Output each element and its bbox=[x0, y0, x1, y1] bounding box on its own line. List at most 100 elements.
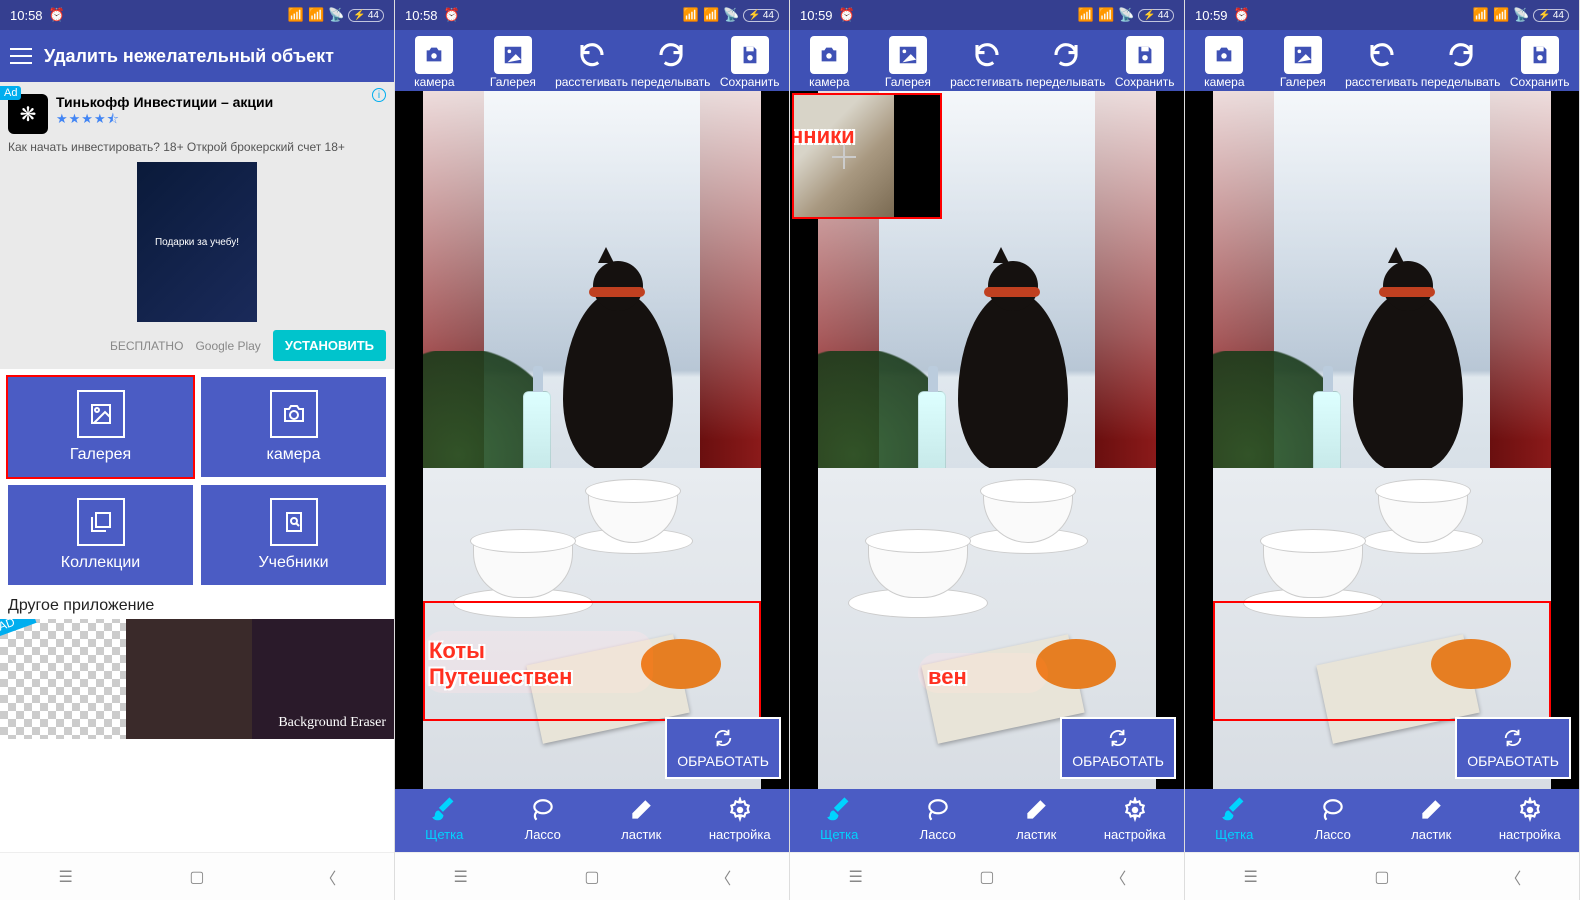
home-icon[interactable]: ▢ bbox=[1372, 867, 1392, 887]
recents-icon[interactable]: ☰ bbox=[56, 867, 76, 887]
brush-icon bbox=[1221, 797, 1247, 823]
settings-tool[interactable]: настройка bbox=[1086, 797, 1185, 842]
camera-button[interactable]: камера bbox=[395, 36, 474, 89]
image-icon bbox=[77, 390, 125, 438]
menu-icon[interactable] bbox=[10, 48, 32, 64]
save-button[interactable]: Сохранить bbox=[710, 36, 789, 89]
home-icon[interactable]: ▢ bbox=[582, 867, 602, 887]
section-other-apps: Другое приложение bbox=[0, 593, 394, 619]
system-nav-bar: ☰ ▢ 〈 bbox=[1185, 852, 1579, 900]
ad-rating: ★★★★⯪ bbox=[56, 110, 273, 132]
wifi-icon: 📡 bbox=[723, 7, 739, 23]
editor-canvas[interactable]: вен нники ОБРАБОТАТЬ bbox=[790, 91, 1184, 789]
redo-button[interactable]: переделывать bbox=[1026, 36, 1106, 89]
label: Сохранить bbox=[720, 76, 780, 89]
collections-button[interactable]: Коллекции bbox=[8, 485, 193, 585]
clock: 10:58 bbox=[10, 8, 43, 23]
signal-icon: 📶 bbox=[1098, 7, 1114, 23]
back-icon[interactable]: 〈 bbox=[713, 867, 733, 887]
gallery-button[interactable]: Галерея bbox=[869, 36, 948, 89]
back-icon[interactable]: 〈 bbox=[1503, 867, 1523, 887]
label: ОБРАБОТАТЬ bbox=[1072, 753, 1164, 769]
sync-icon bbox=[1502, 727, 1524, 749]
back-icon[interactable]: 〈 bbox=[1108, 867, 1128, 887]
wifi-icon: 📡 bbox=[328, 7, 344, 23]
process-button[interactable]: ОБРАБОТАТЬ bbox=[665, 717, 781, 779]
back-icon[interactable]: 〈 bbox=[318, 867, 338, 887]
screen-editor-2: 10:59 ⏰ 📶 📶 📡 ⚡44 камера Галерея расстег… bbox=[790, 0, 1185, 900]
label: настройка bbox=[709, 827, 771, 842]
lasso-tool[interactable]: Лассо bbox=[1284, 797, 1383, 842]
undo-button[interactable]: расстегивать bbox=[947, 36, 1026, 89]
sync-icon bbox=[712, 727, 734, 749]
editor-canvas[interactable]: ОБРАБОТАТЬ bbox=[1185, 91, 1579, 789]
lasso-icon bbox=[1320, 797, 1346, 823]
recents-icon[interactable]: ☰ bbox=[846, 867, 866, 887]
ad-price: БЕСПЛАТНО bbox=[110, 339, 183, 353]
tutorials-button[interactable]: Учебники bbox=[201, 485, 386, 585]
undo-icon bbox=[968, 36, 1006, 74]
redo-button[interactable]: переделывать bbox=[1421, 36, 1501, 89]
clock: 10:59 bbox=[800, 8, 833, 23]
label: Лассо bbox=[525, 827, 561, 842]
brush-tool[interactable]: Щетка bbox=[1185, 797, 1284, 842]
label: Щетка bbox=[820, 827, 858, 842]
page-title: Удалить нежелательный объект bbox=[44, 46, 334, 67]
signal-icon: 📶 bbox=[1473, 7, 1489, 23]
label: Щетка bbox=[425, 827, 463, 842]
search-doc-icon bbox=[270, 498, 318, 546]
sync-icon bbox=[1107, 727, 1129, 749]
label: Галерея bbox=[490, 76, 536, 89]
undo-icon bbox=[573, 36, 611, 74]
gallery-button[interactable]: Галерея bbox=[1264, 36, 1343, 89]
eraser-tool[interactable]: ластик bbox=[1382, 797, 1481, 842]
brush-selection bbox=[918, 653, 1048, 693]
camera-button[interactable]: камера bbox=[1185, 36, 1264, 89]
screen-editor-3: 10:59 ⏰ 📶 📶 📡 ⚡44 камера Галерея расстег… bbox=[1185, 0, 1580, 900]
editor-toolbar: камера Галерея расстегивать переделывать… bbox=[790, 30, 1184, 91]
install-button[interactable]: УСТАНОВИТЬ bbox=[273, 330, 386, 361]
redo-button[interactable]: переделывать bbox=[631, 36, 711, 89]
brush-tool[interactable]: Щетка bbox=[790, 797, 889, 842]
label: переделывать bbox=[1026, 76, 1106, 89]
save-button[interactable]: Сохранить bbox=[1500, 36, 1579, 89]
editor-canvas[interactable]: КотыПутешествен ОБРАБОТАТЬ bbox=[395, 91, 789, 789]
wifi-icon: 📡 bbox=[1118, 7, 1134, 23]
process-button[interactable]: ОБРАБОТАТЬ bbox=[1455, 717, 1571, 779]
process-button[interactable]: ОБРАБОТАТЬ bbox=[1060, 717, 1176, 779]
gallery-button[interactable]: Галерея bbox=[474, 36, 553, 89]
recents-icon[interactable]: ☰ bbox=[451, 867, 471, 887]
camera-button[interactable]: камера bbox=[790, 36, 869, 89]
app-bar: Удалить нежелательный объект bbox=[0, 30, 394, 82]
recents-icon[interactable]: ☰ bbox=[1241, 867, 1261, 887]
home-icon[interactable]: ▢ bbox=[977, 867, 997, 887]
editor-toolbar: камера Галерея расстегивать переделывать… bbox=[1185, 30, 1579, 91]
gallery-button[interactable]: Галерея bbox=[8, 377, 193, 477]
lasso-tool[interactable]: Лассо bbox=[889, 797, 988, 842]
eraser-tool[interactable]: ластик bbox=[592, 797, 691, 842]
undo-button[interactable]: расстегивать bbox=[552, 36, 631, 89]
camera-button[interactable]: камера bbox=[201, 377, 386, 477]
signal-icon: 📶 bbox=[1493, 7, 1509, 23]
eraser-icon bbox=[1418, 797, 1444, 823]
home-icon[interactable]: ▢ bbox=[187, 867, 207, 887]
alarm-icon: ⏰ bbox=[49, 7, 65, 23]
ad-info-icon[interactable]: i bbox=[372, 88, 386, 102]
battery-indicator: ⚡44 bbox=[743, 9, 779, 22]
label: Щетка bbox=[1215, 827, 1253, 842]
camera-icon bbox=[1205, 36, 1243, 74]
settings-tool[interactable]: настройка bbox=[691, 797, 790, 842]
promo-other-app[interactable]: AD Background Eraser bbox=[0, 619, 394, 739]
label: Лассо bbox=[920, 827, 956, 842]
save-button[interactable]: Сохранить bbox=[1105, 36, 1184, 89]
undo-button[interactable]: расстегивать bbox=[1342, 36, 1421, 89]
eraser-icon bbox=[628, 797, 654, 823]
eraser-icon bbox=[1023, 797, 1049, 823]
brush-tool[interactable]: Щетка bbox=[395, 797, 494, 842]
settings-tool[interactable]: настройка bbox=[1481, 797, 1580, 842]
alarm-icon: ⏰ bbox=[1234, 7, 1250, 23]
eraser-tool[interactable]: ластик bbox=[987, 797, 1086, 842]
system-nav-bar: ☰ ▢ 〈 bbox=[0, 852, 394, 900]
ad-banner[interactable]: Ad i ❋ Тинькофф Инвестиции – акции ★★★★⯪… bbox=[0, 82, 394, 369]
lasso-tool[interactable]: Лассо bbox=[494, 797, 593, 842]
